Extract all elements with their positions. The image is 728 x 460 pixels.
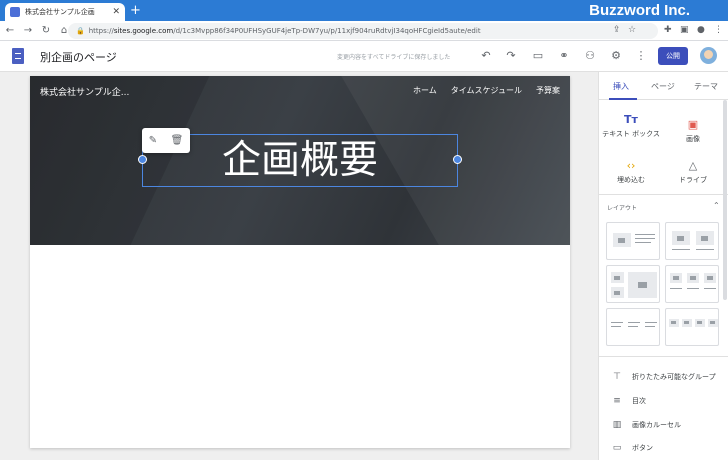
resize-handle-left[interactable] xyxy=(138,155,147,164)
tab-insert[interactable]: 挿入 xyxy=(613,81,629,92)
publish-button[interactable]: 公開 xyxy=(658,47,688,65)
brand-watermark: Buzzword Inc. xyxy=(589,2,690,19)
divider xyxy=(599,356,728,357)
more-vert-icon[interactable]: ⋮ xyxy=(634,49,648,62)
insert-table-of-contents[interactable]: ≡ 目次 xyxy=(612,394,646,408)
share-icon[interactable]: ⇪ xyxy=(613,25,621,35)
browser-tab[interactable]: 株式会社サンプル企画 ✕ xyxy=(5,3,125,21)
drive-icon: △ xyxy=(688,159,698,172)
hero-header[interactable]: 株式会社サンプル企... ホーム タイムスケジュール 予算案 企画概要 ✎ 🗑 xyxy=(30,76,570,245)
bookmark-star-icon[interactable]: ☆ xyxy=(628,25,636,35)
active-tab-indicator xyxy=(609,98,637,100)
url-text: https://sites.google.com/d/1c3Mvpp86f34P… xyxy=(88,27,481,35)
page-title[interactable]: 企画概要 xyxy=(143,135,457,186)
tab-pages[interactable]: ページ xyxy=(651,81,675,92)
insert-image[interactable]: ▣ 画像 xyxy=(663,118,723,143)
panel-tabs: 挿入 ページ テーマ xyxy=(599,72,728,100)
layout-thumbnail[interactable] xyxy=(665,265,719,303)
insert-drive[interactable]: △ ドライブ xyxy=(663,159,723,184)
layout-thumbnail[interactable] xyxy=(606,308,660,346)
layout-thumbnail[interactable] xyxy=(606,265,660,303)
sidepanel-icon[interactable]: ▣ xyxy=(680,25,689,35)
chevron-up-icon[interactable]: ⌃ xyxy=(713,201,720,210)
doc-title[interactable]: 別企画のページ xyxy=(40,49,117,65)
site-page[interactable]: 株式会社サンプル企... ホーム タイムスケジュール 予算案 企画概要 ✎ 🗑 xyxy=(30,76,570,448)
share-user-icon[interactable]: ⚇ xyxy=(583,49,597,62)
layout-thumbnail[interactable] xyxy=(606,222,660,260)
panel-scrollbar[interactable] xyxy=(723,100,727,300)
extensions-icon[interactable]: ✚ xyxy=(664,25,672,35)
divider xyxy=(599,194,728,195)
nav-item-schedule[interactable]: タイムスケジュール xyxy=(451,85,522,96)
collapsible-icon: ⊤ xyxy=(613,372,621,382)
site-nav: ホーム タイムスケジュール 予算案 xyxy=(413,85,560,96)
url-input[interactable]: 🔒 https://sites.google.com/d/1c3Mvpp86f3… xyxy=(68,23,658,39)
insert-collapsible-group[interactable]: ⊤ 折りたたみ可能なグループ xyxy=(612,370,716,384)
tab-title: 株式会社サンプル企画 xyxy=(25,8,95,16)
button-icon: ▭ xyxy=(612,443,622,453)
link-icon[interactable]: ⚭ xyxy=(557,49,571,62)
resize-handle-right[interactable] xyxy=(453,155,462,164)
forward-icon[interactable]: → xyxy=(20,25,36,36)
toc-icon: ≡ xyxy=(613,396,621,406)
tab-themes[interactable]: テーマ xyxy=(694,81,718,92)
image-icon: ▣ xyxy=(687,118,699,131)
text-box-toolbar: ✎ 🗑 xyxy=(142,128,190,153)
avatar[interactable] xyxy=(700,47,717,64)
editor-canvas: 株式会社サンプル企... ホーム タイムスケジュール 予算案 企画概要 ✎ 🗑 xyxy=(0,72,598,460)
edit-pencil-icon[interactable]: ✎ xyxy=(149,135,157,146)
settings-gear-icon[interactable]: ⚙ xyxy=(609,49,623,62)
new-tab-icon[interactable]: + xyxy=(130,3,141,18)
site-name[interactable]: 株式会社サンプル企... xyxy=(40,85,129,98)
redo-icon[interactable]: ↷ xyxy=(504,49,518,62)
carousel-icon: ▥ xyxy=(612,420,622,430)
close-tab-icon[interactable]: ✕ xyxy=(112,7,120,17)
preview-devices-icon[interactable]: ▭ xyxy=(531,49,545,62)
browser-tabstrip: 株式会社サンプル企画 ✕ + Buzzword Inc. xyxy=(0,0,728,21)
layout-section-header: レイアウト xyxy=(607,205,638,212)
reload-icon[interactable]: ↻ xyxy=(38,25,54,36)
back-icon[interactable]: ← xyxy=(2,25,18,36)
nav-item-home[interactable]: ホーム xyxy=(413,85,437,96)
undo-icon[interactable]: ↶ xyxy=(479,49,493,62)
text-box-icon: Tт xyxy=(624,113,638,126)
insert-panel: 挿入 ページ テーマ Tт テキスト ボックス ▣ 画像 ‹› 埋め込む △ ド… xyxy=(598,72,728,460)
sites-favicon-icon xyxy=(10,7,20,17)
insert-embed[interactable]: ‹› 埋め込む xyxy=(601,159,661,184)
sites-app-bar: 別企画のページ 変更内容をすべてドライブに保存しました ↶ ↷ ▭ ⚭ ⚇ ⚙ … xyxy=(0,41,728,72)
delete-trash-icon[interactable]: 🗑 xyxy=(171,135,184,146)
sites-logo-icon[interactable] xyxy=(12,48,24,64)
insert-image-carousel[interactable]: ▥ 画像カルーセル xyxy=(612,418,681,432)
insert-button[interactable]: ▭ ボタン xyxy=(612,441,653,455)
layout-thumbnail[interactable] xyxy=(665,308,719,346)
nav-item-budget[interactable]: 予算案 xyxy=(536,85,560,96)
profile-icon[interactable]: ● xyxy=(697,25,705,35)
insert-text-box[interactable]: Tт テキスト ボックス xyxy=(601,113,661,138)
save-status: 変更内容をすべてドライブに保存しました xyxy=(337,54,451,61)
lock-icon: 🔒 xyxy=(76,27,85,35)
browser-menu-icon[interactable]: ⋮ xyxy=(714,25,723,35)
layout-thumbnail[interactable] xyxy=(665,222,719,260)
address-bar-row: ← → ↻ ⌂ 🔒 https://sites.google.com/d/1c3… xyxy=(0,21,728,41)
embed-icon: ‹› xyxy=(626,159,636,172)
